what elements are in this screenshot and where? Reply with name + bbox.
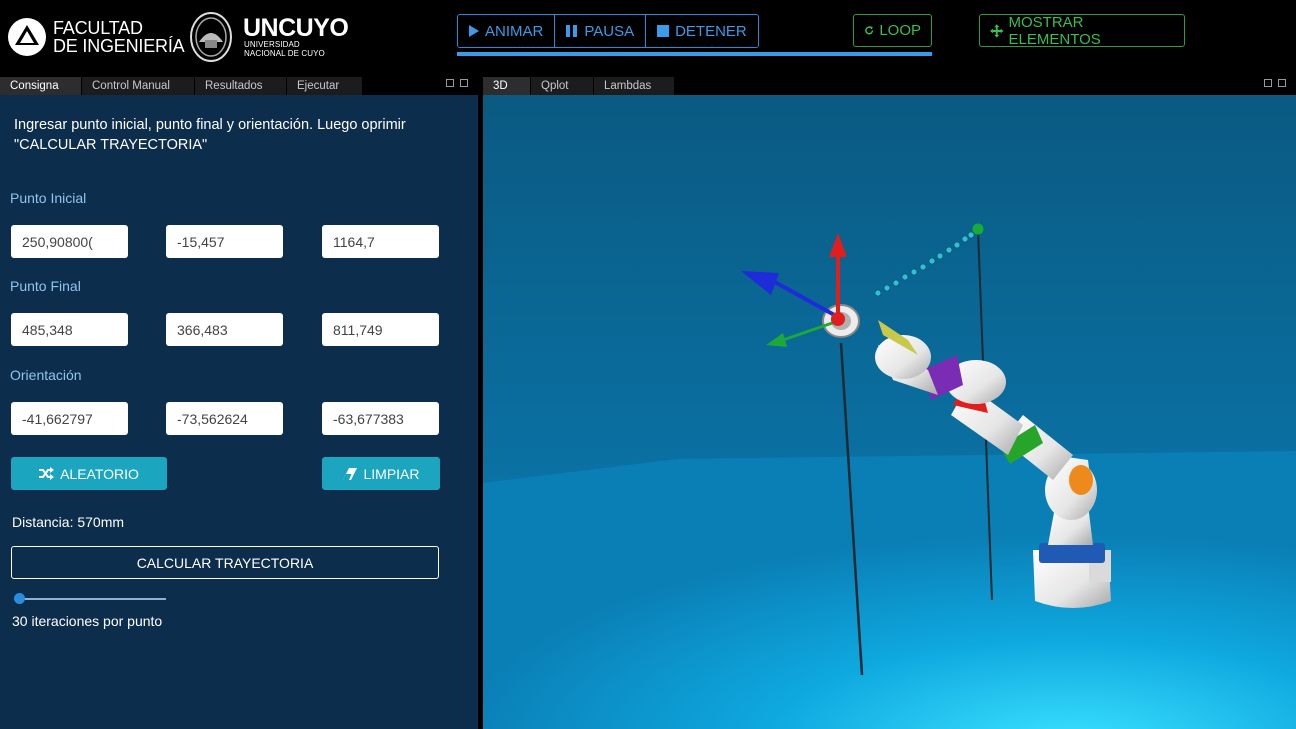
iteraciones-label: 30 iteraciones por punto xyxy=(12,613,163,629)
animation-progress-bar xyxy=(457,52,932,56)
stop-icon xyxy=(657,25,670,37)
orientacion-b-input[interactable]: -73,562624 xyxy=(166,402,283,435)
calcular-trayectoria-button[interactable]: CALCULAR TRAYECTORIA xyxy=(11,546,439,579)
mostrar-elementos-button[interactable]: MOSTRAR ELEMENTOS xyxy=(979,13,1185,48)
eraser-icon xyxy=(343,467,358,480)
animation-controls: ANIMAR PAUSA DETENER xyxy=(457,14,759,48)
pausa-label: PAUSA xyxy=(584,22,635,40)
loop-label: LOOP xyxy=(879,22,921,39)
detener-label: DETENER xyxy=(675,22,747,40)
punto-inicial-z-input[interactable]: 1164,7 xyxy=(322,225,439,258)
uncuyo-name: UNCUYO xyxy=(243,14,349,42)
uncuyo-sub-line2: NACIONAL DE CUYO xyxy=(244,49,325,58)
app-header: FACULTAD DE INGENIERÍA UNCUYO UNIVERSIDA… xyxy=(0,0,1296,77)
animar-label: ANIMAR xyxy=(485,22,544,40)
pausa-button[interactable]: PAUSA xyxy=(555,15,647,47)
punto-inicial-label: Punto Inicial xyxy=(10,190,87,206)
refresh-icon xyxy=(865,26,874,35)
detener-button[interactable]: DETENER xyxy=(646,15,758,47)
punto-final-y-input[interactable]: 366,483 xyxy=(166,313,283,346)
tab-qplot[interactable]: Qplot xyxy=(531,77,593,95)
limpiar-label: LIMPIAR xyxy=(363,465,420,482)
animar-button[interactable]: ANIMAR xyxy=(458,15,556,47)
uncuyo-sub-line1: UNIVERSIDAD xyxy=(244,40,300,49)
punto-inicial-y-input[interactable]: -15,457 xyxy=(166,225,283,258)
aleatorio-button[interactable]: ALEATORIO xyxy=(11,457,167,490)
aleatorio-label: ALEATORIO xyxy=(60,465,139,482)
tab-control-manual[interactable]: Control Manual xyxy=(82,77,194,95)
tab-resultados[interactable]: Resultados xyxy=(195,77,286,95)
shuffle-icon xyxy=(39,467,55,480)
uncuyo-seal-icon xyxy=(190,12,232,62)
orientacion-a-input[interactable]: -41,662797 xyxy=(11,402,128,435)
mostrar-label: MOSTRAR ELEMENTOS xyxy=(1008,13,1101,48)
facultad-logo-icon xyxy=(8,18,46,56)
tab-ejecutar[interactable]: Ejecutar xyxy=(287,77,362,95)
maximize-icon[interactable] xyxy=(460,79,468,87)
punto-final-z-input[interactable]: 811,749 xyxy=(322,313,439,346)
loop-button[interactable]: LOOP xyxy=(853,14,932,47)
orientacion-label: Orientación xyxy=(10,367,82,383)
maximize-icon[interactable] xyxy=(1278,79,1286,87)
3d-viewport[interactable] xyxy=(483,95,1296,729)
target-point xyxy=(972,223,984,235)
right-tab-bar: 3D Qplot Lambdas xyxy=(483,77,1296,95)
tab-lambdas[interactable]: Lambdas xyxy=(594,77,674,95)
restore-icon[interactable] xyxy=(446,79,454,87)
facultad-line1: FACULTAD xyxy=(53,18,143,38)
3d-scene xyxy=(483,95,1296,729)
facultad-logo-text: FACULTAD DE INGENIERÍA xyxy=(53,18,185,56)
iteraciones-slider-track[interactable] xyxy=(19,598,166,600)
tab-consigna[interactable]: Consigna xyxy=(0,77,81,95)
instruction-text: Ingresar punto inicial, punto final y or… xyxy=(14,117,406,153)
move-icon xyxy=(990,23,1004,38)
left-tab-bar: Consigna Control Manual Resultados Ejecu… xyxy=(0,77,478,95)
punto-inicial-x-input[interactable]: 250,90800( xyxy=(11,225,128,258)
orientacion-c-input[interactable]: -63,677383 xyxy=(322,402,439,435)
restore-icon[interactable] xyxy=(1264,79,1272,87)
uncuyo-subtitle: UNIVERSIDAD NACIONAL DE CUYO xyxy=(244,40,325,58)
left-panel-window-controls xyxy=(446,79,468,87)
floor-plane xyxy=(483,451,1296,729)
consigna-panel: Ingresar punto inicial, punto final y or… xyxy=(0,95,478,729)
punto-final-x-input[interactable]: 485,348 xyxy=(11,313,128,346)
pause-icon xyxy=(566,25,578,37)
distancia-text: Distancia: 570mm xyxy=(12,514,125,530)
punto-final-label: Punto Final xyxy=(10,278,81,294)
tab-3d[interactable]: 3D xyxy=(483,77,530,95)
iteraciones-slider-thumb[interactable] xyxy=(14,593,25,604)
play-icon xyxy=(469,25,479,37)
limpiar-button[interactable]: LIMPIAR xyxy=(322,457,440,490)
facultad-line2: DE INGENIERÍA xyxy=(53,36,185,56)
right-panel-window-controls xyxy=(1264,79,1286,87)
